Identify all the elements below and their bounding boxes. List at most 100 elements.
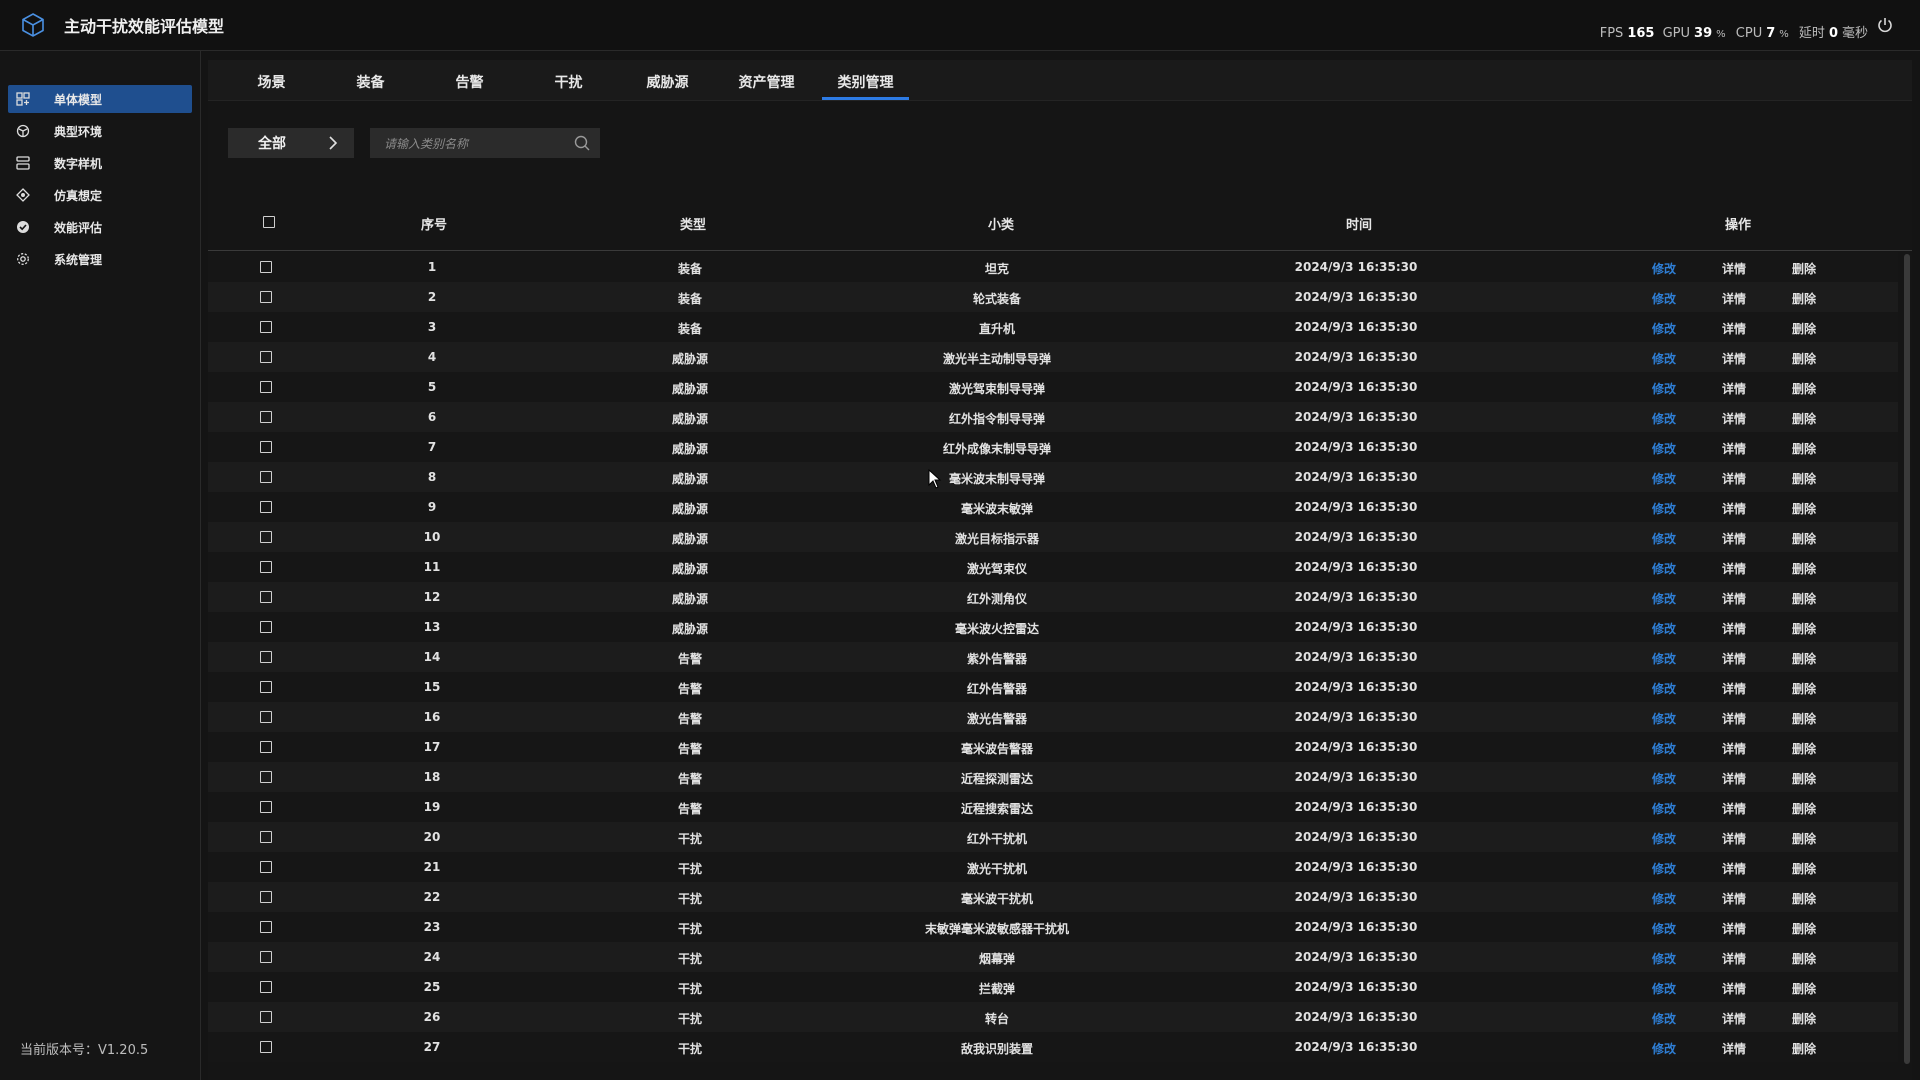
tab-5[interactable]: 威胁源 [618,72,717,100]
row-checkbox[interactable] [260,741,272,753]
edit-link[interactable]: 修改 [1652,530,1676,547]
edit-link[interactable]: 修改 [1652,860,1676,877]
detail-link[interactable]: 详情 [1722,830,1746,847]
detail-link[interactable]: 详情 [1722,680,1746,697]
edit-link[interactable]: 修改 [1652,290,1676,307]
edit-link[interactable]: 修改 [1652,890,1676,907]
delete-link[interactable]: 删除 [1792,290,1816,307]
edit-link[interactable]: 修改 [1652,380,1676,397]
sidebar-item-3[interactable]: 数字样机 [8,149,192,177]
delete-link[interactable]: 删除 [1792,800,1816,817]
detail-link[interactable]: 详情 [1722,800,1746,817]
row-checkbox[interactable] [260,981,272,993]
delete-link[interactable]: 删除 [1792,650,1816,667]
edit-link[interactable]: 修改 [1652,950,1676,967]
edit-link[interactable]: 修改 [1652,590,1676,607]
row-checkbox[interactable] [260,591,272,603]
delete-link[interactable]: 删除 [1792,980,1816,997]
edit-link[interactable]: 修改 [1652,410,1676,427]
detail-link[interactable]: 详情 [1722,380,1746,397]
tab-7[interactable]: 类别管理 [816,72,915,100]
row-checkbox[interactable] [260,261,272,273]
edit-link[interactable]: 修改 [1652,980,1676,997]
tab-1[interactable]: 场景 [222,72,321,100]
row-checkbox[interactable] [260,651,272,663]
category-filter-button[interactable]: 全部 [228,128,354,158]
row-checkbox[interactable] [260,681,272,693]
delete-link[interactable]: 删除 [1792,710,1816,727]
sidebar-item-1[interactable]: 单体模型 [8,85,192,113]
detail-link[interactable]: 详情 [1722,890,1746,907]
edit-link[interactable]: 修改 [1652,320,1676,337]
row-checkbox[interactable] [260,861,272,873]
row-checkbox[interactable] [260,711,272,723]
tab-6[interactable]: 资产管理 [717,72,816,100]
delete-link[interactable]: 删除 [1792,560,1816,577]
delete-link[interactable]: 删除 [1792,830,1816,847]
detail-link[interactable]: 详情 [1722,950,1746,967]
detail-link[interactable]: 详情 [1722,530,1746,547]
row-checkbox[interactable] [260,351,272,363]
detail-link[interactable]: 详情 [1722,560,1746,577]
delete-link[interactable]: 删除 [1792,860,1816,877]
delete-link[interactable]: 删除 [1792,500,1816,517]
edit-link[interactable]: 修改 [1652,740,1676,757]
edit-link[interactable]: 修改 [1652,500,1676,517]
tab-4[interactable]: 干扰 [519,72,618,100]
row-checkbox[interactable] [260,621,272,633]
row-checkbox[interactable] [260,501,272,513]
edit-link[interactable]: 修改 [1652,830,1676,847]
detail-link[interactable]: 详情 [1722,980,1746,997]
row-checkbox[interactable] [260,471,272,483]
row-checkbox[interactable] [260,921,272,933]
row-checkbox[interactable] [260,951,272,963]
edit-link[interactable]: 修改 [1652,710,1676,727]
sidebar-item-2[interactable]: 典型环境 [8,117,192,145]
edit-link[interactable]: 修改 [1652,920,1676,937]
edit-link[interactable]: 修改 [1652,440,1676,457]
delete-link[interactable]: 删除 [1792,260,1816,277]
delete-link[interactable]: 删除 [1792,620,1816,637]
detail-link[interactable]: 详情 [1722,770,1746,787]
edit-link[interactable]: 修改 [1652,560,1676,577]
sidebar-item-5[interactable]: 效能评估 [8,213,192,241]
edit-link[interactable]: 修改 [1652,770,1676,787]
delete-link[interactable]: 删除 [1792,320,1816,337]
detail-link[interactable]: 详情 [1722,590,1746,607]
row-checkbox[interactable] [260,411,272,423]
delete-link[interactable]: 删除 [1792,920,1816,937]
row-checkbox[interactable] [260,1011,272,1023]
edit-link[interactable]: 修改 [1652,680,1676,697]
delete-link[interactable]: 删除 [1792,380,1816,397]
power-icon[interactable] [1876,16,1894,34]
edit-link[interactable]: 修改 [1652,650,1676,667]
delete-link[interactable]: 删除 [1792,590,1816,607]
delete-link[interactable]: 删除 [1792,1010,1816,1027]
delete-link[interactable]: 删除 [1792,410,1816,427]
delete-link[interactable]: 删除 [1792,950,1816,967]
detail-link[interactable]: 详情 [1722,290,1746,307]
row-checkbox[interactable] [260,531,272,543]
table-scrollbar[interactable] [1904,254,1910,1064]
sidebar-item-6[interactable]: 系统管理 [8,245,192,273]
row-checkbox[interactable] [260,771,272,783]
row-checkbox[interactable] [260,441,272,453]
delete-link[interactable]: 删除 [1792,890,1816,907]
delete-link[interactable]: 删除 [1792,530,1816,547]
edit-link[interactable]: 修改 [1652,620,1676,637]
detail-link[interactable]: 详情 [1722,710,1746,727]
detail-link[interactable]: 详情 [1722,320,1746,337]
row-checkbox[interactable] [260,321,272,333]
edit-link[interactable]: 修改 [1652,470,1676,487]
row-checkbox[interactable] [260,801,272,813]
row-checkbox[interactable] [260,891,272,903]
edit-link[interactable]: 修改 [1652,350,1676,367]
tab-3[interactable]: 告警 [420,72,519,100]
delete-link[interactable]: 删除 [1792,1040,1816,1057]
row-checkbox[interactable] [260,1041,272,1053]
row-checkbox[interactable] [260,831,272,843]
detail-link[interactable]: 详情 [1722,440,1746,457]
detail-link[interactable]: 详情 [1722,500,1746,517]
delete-link[interactable]: 删除 [1792,680,1816,697]
detail-link[interactable]: 详情 [1722,920,1746,937]
